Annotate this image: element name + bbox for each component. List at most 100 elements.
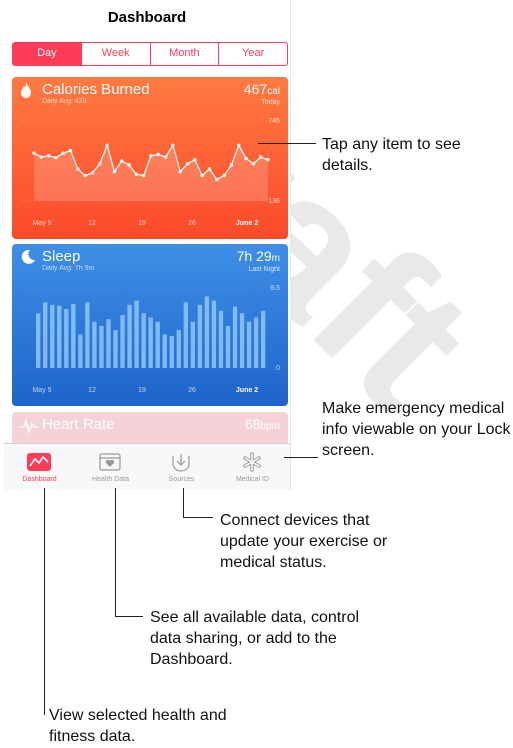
sleep-bar [204,296,210,368]
calories-value-number: 467 [243,81,268,97]
calories-data-point [185,161,190,166]
calories-data-point [54,156,58,160]
tab-health-data[interactable]: Health Data [75,444,146,490]
calories-data-point [127,163,131,167]
flame-icon [20,82,32,104]
sleep-bar [99,325,104,368]
calories-data-point [76,167,80,171]
sleep-bar [190,321,196,368]
segment-day[interactable]: Day [13,43,81,65]
calories-x-label: June 2 [236,220,258,227]
heart-rate-value-number: 68 [244,416,261,432]
tab-bar: Dashboard Health Data Sources Medical ID [4,443,290,490]
tab-medical-id[interactable]: Medical ID [217,444,288,490]
calories-data-point [83,173,87,178]
calories-data-point [134,172,139,176]
calories-data-point [222,173,226,178]
calories-data-point [149,154,153,158]
tab-dashboard[interactable]: Dashboard [4,444,75,490]
page-title: Dashboard [107,9,187,26]
callout-line-seeall-h [115,616,143,617]
calories-y-max: 745 [268,118,280,125]
segment-month[interactable]: Month [149,43,219,65]
heart-rate-unit: bpm [260,421,280,432]
calories-data-point [98,161,102,166]
sleep-chart: 9.5 0 May 5 12 19 26 June 2 [22,285,280,394]
callout-medical-info: Make emergency medical info viewable on … [322,400,511,459]
segment-year[interactable]: Year [218,43,287,65]
calories-daily-avg: Daily Avg: 428 [42,98,87,105]
sleep-daily-avg: Daily Avg: 7h 9m [42,265,95,272]
health-app-screen: Dashboard Day Week Month Year Calories B… [4,0,291,490]
sleep-bar [218,310,224,368]
sleep-bar [113,330,118,368]
calories-chart: 745 136 May 5 12 19 26 June 2 [22,118,280,227]
calories-data-point [244,156,248,161]
sleep-bar [260,310,266,368]
sleep-value-number: 7h 29 [236,248,272,264]
calories-data-point [215,177,219,182]
callout-line-emergency [284,457,318,458]
calories-data-point [163,155,168,159]
calories-burned-card[interactable]: Calories Burned Daily Avg: 428 467cal To… [12,77,288,239]
calories-data-point [46,154,51,158]
sleep-unit: m [271,253,280,264]
dashboard-icon [26,452,52,472]
sleep-bar [127,304,132,368]
tab-sources[interactable]: Sources [146,444,217,490]
sleep-x-label: June 2 [236,387,258,394]
sleep-bar [85,302,90,368]
sleep-title: Sleep [42,248,81,265]
sleep-y-min: 0 [276,365,280,372]
sleep-note: Last Night [248,266,280,273]
heart-rate-title: Heart Rate [42,416,115,433]
sleep-bar [57,305,62,368]
calories-y-min: 136 [268,198,280,205]
calories-x-label: 19 [138,220,146,227]
health-data-folder-icon [97,452,123,472]
calories-data-point [90,171,95,175]
calories-data-point [193,158,197,162]
calories-data-point [112,169,117,174]
sleep-bar [120,314,125,368]
moon-icon [20,249,36,270]
calories-x-label: 12 [88,220,96,227]
tab-sources-label: Sources [168,476,195,483]
sleep-bar [141,313,146,368]
segment-week[interactable]: Week [80,43,150,65]
sleep-bar [169,336,174,368]
sleep-bar [176,330,181,368]
sleep-card[interactable]: Sleep Daily Avg: 7h 9m 7h 29m Last Night… [12,244,288,406]
callout-view-selected: View selected health and fitness data. [49,707,227,745]
sleep-x-label: 26 [188,387,196,394]
sleep-bar [162,334,167,368]
sleep-x-label: 19 [138,387,146,394]
callout-line-tap [258,143,316,144]
sleep-bar [36,313,41,368]
calories-data-point [141,173,146,178]
sleep-bar [211,300,217,368]
calories-data-point [200,173,204,178]
time-range-segmented-control: Day Week Month Year [12,42,288,66]
sleep-x-label: May 5 [32,387,51,394]
sleep-bar [78,334,83,368]
calories-x-label: May 5 [32,220,51,227]
calories-data-point [68,148,73,153]
medical-asterisk-icon [239,452,265,472]
calories-unit: cal [267,86,280,97]
calories-data-point [120,159,124,163]
calories-data-point [105,143,109,148]
calories-data-point [207,167,212,171]
sleep-bar [106,319,111,368]
sleep-bar [71,304,76,368]
sleep-bar [134,300,139,368]
calories-x-label: 26 [188,220,196,227]
callout-connect-devices: Connect devices that update your exercis… [220,512,388,571]
sleep-bar [183,302,188,368]
calories-data-point [251,161,256,166]
calories-data-point [171,143,175,148]
calories-title: Calories Burned [42,81,150,98]
tab-medical-id-label: Medical ID [235,476,270,483]
callout-line-seeall-v [115,488,116,616]
callout-line-view [44,488,45,715]
